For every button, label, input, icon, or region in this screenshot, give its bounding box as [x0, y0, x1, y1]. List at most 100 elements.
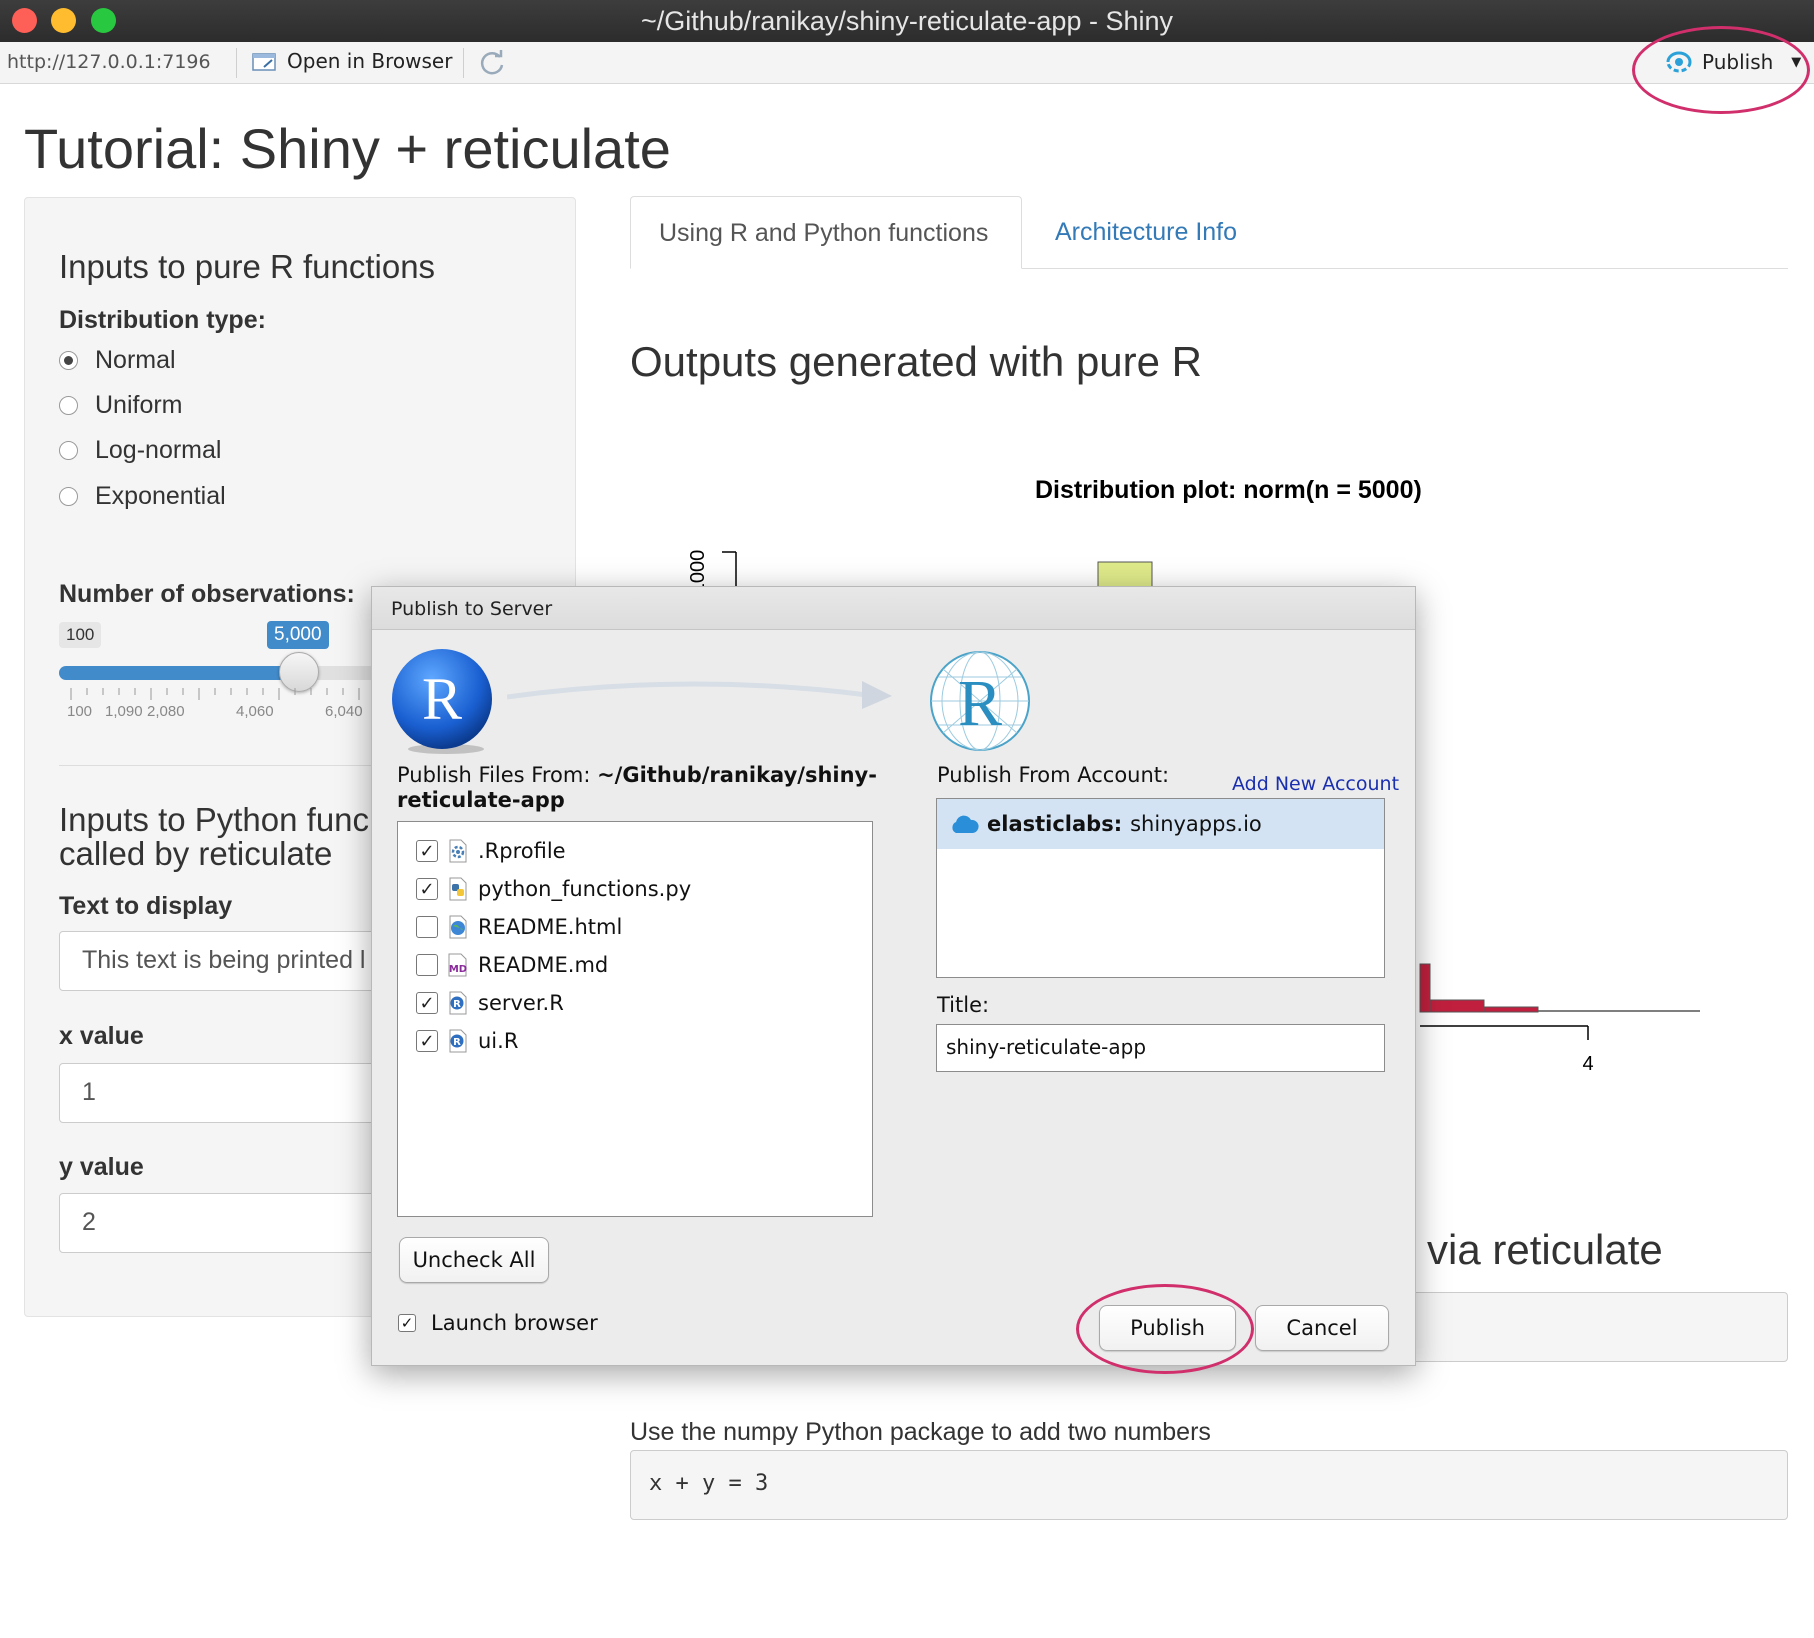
slider-tick-label: 1,090 — [105, 703, 143, 720]
launch-browser-option[interactable]: ✓ Launch browser — [398, 1311, 598, 1335]
observations-slider-handle[interactable] — [279, 652, 319, 692]
r-file-icon: R — [446, 1028, 470, 1054]
plot-x-tick-label: 4 — [1582, 1053, 1593, 1075]
page-title: Tutorial: Shiny + reticulate — [24, 117, 671, 180]
file-list: ✓ .Rprofile ✓ python_functions.py README… — [397, 821, 873, 1217]
file-name: .Rprofile — [478, 839, 566, 863]
cancel-button[interactable]: Cancel — [1255, 1305, 1389, 1351]
annotation-circle-dialog-publish — [1076, 1284, 1254, 1374]
radio-button[interactable] — [59, 487, 78, 506]
numpy-output: x + y = 3 — [630, 1450, 1788, 1520]
file-name: server.R — [478, 991, 564, 1015]
svg-text:MD: MD — [449, 964, 467, 975]
file-row-rprofile[interactable]: ✓ .Rprofile — [416, 838, 566, 864]
slider-ticks — [70, 688, 376, 700]
slider-value-badge: 5,000 — [267, 621, 329, 649]
file-checkbox[interactable]: ✓ — [416, 1030, 438, 1052]
plot-title: Distribution plot: norm(n = 5000) — [1035, 476, 1422, 504]
title-input[interactable]: shiny-reticulate-app — [936, 1024, 1385, 1072]
python-file-icon — [446, 876, 470, 902]
file-checkbox[interactable]: ✓ — [416, 878, 438, 900]
url-display[interactable]: http://127.0.0.1:7196 — [7, 51, 211, 73]
browser-window-icon — [252, 53, 276, 71]
refresh-icon[interactable] — [478, 49, 506, 77]
slider-tick-label: 4,060 — [236, 703, 274, 720]
html-file-icon — [446, 914, 470, 940]
file-row-readme-html[interactable]: README.html — [416, 914, 622, 940]
uncheck-all-button[interactable]: Uncheck All — [399, 1237, 549, 1283]
radio-exponential[interactable]: Exponential — [59, 482, 226, 511]
files-from-path-line2: reticulate-app — [397, 788, 565, 812]
slider-tick-label: 100 — [67, 703, 93, 720]
account-row-elasticlabs[interactable]: elasticlabs: shinyapps.io — [937, 799, 1384, 849]
open-in-browser-button[interactable]: Open in Browser — [252, 49, 452, 73]
file-name: README.html — [478, 915, 623, 939]
svg-text:R: R — [453, 1037, 461, 1048]
slider-tick-label: 2,080 — [147, 703, 185, 720]
file-checkbox[interactable]: ✓ — [416, 840, 438, 862]
account-name: elasticlabs: — [987, 812, 1123, 836]
files-from-path: ~/Github/ranikay/shiny- — [597, 763, 877, 787]
toolbar-divider — [463, 48, 464, 78]
python-inputs-heading-line2: called by reticulate — [59, 835, 333, 872]
svg-text:R: R — [422, 666, 462, 732]
account-list: elasticlabs: shinyapps.io — [936, 798, 1385, 978]
publish-arrow-icon — [507, 681, 892, 709]
publish-dialog: Publish to Server R R Publish Files From… — [371, 586, 1416, 1366]
reticulate-outputs-heading: via reticulate — [1427, 1226, 1663, 1273]
toolbar-divider — [236, 48, 237, 78]
file-row-readme-md[interactable]: MD README.md — [416, 952, 608, 978]
r-file-icon: R — [446, 990, 470, 1016]
file-name: README.md — [478, 953, 609, 977]
add-new-account-link[interactable]: Add New Account — [1232, 773, 1399, 795]
svg-text:R: R — [453, 999, 461, 1010]
annotation-circle-toolbar-publish — [1632, 26, 1810, 114]
account-server: shinyapps.io — [1130, 812, 1262, 836]
viewer-toolbar: http://127.0.0.1:7196 Open in Browser Pu… — [0, 42, 1814, 84]
text-display-label: Text to display — [59, 892, 233, 920]
launch-browser-label: Launch browser — [431, 1311, 598, 1335]
radio-log-normal[interactable]: Log-normal — [59, 436, 221, 465]
slider-tick-label: 6,040 — [325, 703, 363, 720]
histogram-bar — [1419, 963, 1431, 1013]
radio-normal[interactable]: Normal — [59, 346, 176, 375]
file-row-server-r[interactable]: ✓ R server.R — [416, 990, 564, 1016]
file-checkbox[interactable] — [416, 954, 438, 976]
numpy-label: Use the numpy Python package to add two … — [630, 1418, 1211, 1446]
radio-button[interactable] — [59, 396, 78, 415]
account-label: Publish From Account: — [937, 763, 1170, 787]
radio-uniform[interactable]: Uniform — [59, 391, 183, 420]
file-row-python-functions[interactable]: ✓ python_functions.py — [416, 876, 691, 902]
slider-min-badge: 100 — [59, 622, 102, 648]
radio-label: Uniform — [95, 391, 183, 419]
file-row-ui-r[interactable]: ✓ R ui.R — [416, 1028, 518, 1054]
radio-label: Exponential — [95, 482, 226, 510]
tab-architecture-info[interactable]: Architecture Info — [1055, 218, 1237, 247]
python-inputs-heading-line1: Inputs to Python func — [59, 801, 370, 838]
radio-label: Log-normal — [95, 436, 222, 464]
r-inputs-heading: Inputs to pure R functions — [59, 248, 436, 285]
radio-label: Normal — [95, 346, 176, 374]
tab-using-r-and-python[interactable]: Using R and Python functions — [630, 196, 1022, 269]
dialog-title: Publish to Server — [391, 598, 553, 620]
window-titlebar: ~/Github/ranikay/shiny-reticulate-app - … — [0, 0, 1814, 42]
radio-button[interactable] — [59, 351, 78, 370]
observations-label: Number of observations: — [59, 580, 355, 608]
r-logo-icon: R — [392, 649, 492, 754]
publish-files-from: Publish Files From: ~/Github/ranikay/shi… — [397, 763, 917, 813]
outputs-heading: Outputs generated with pure R — [630, 338, 1203, 385]
file-name: python_functions.py — [478, 877, 692, 901]
distribution-type-label: Distribution type: — [59, 306, 266, 334]
file-name: ui.R — [478, 1029, 519, 1053]
launch-browser-checkbox[interactable]: ✓ — [398, 1314, 416, 1332]
gear-file-icon — [446, 838, 470, 864]
cloud-icon — [952, 815, 979, 833]
observations-slider-fill — [59, 666, 299, 680]
shinyapps-globe-icon: R — [930, 651, 1030, 751]
histogram-bar — [1429, 999, 1485, 1013]
window-title: ~/Github/ranikay/shiny-reticulate-app - … — [640, 6, 1173, 36]
file-checkbox[interactable]: ✓ — [416, 992, 438, 1014]
radio-button[interactable] — [59, 441, 78, 460]
file-checkbox[interactable] — [416, 916, 438, 938]
y-value-label: y value — [59, 1153, 144, 1181]
